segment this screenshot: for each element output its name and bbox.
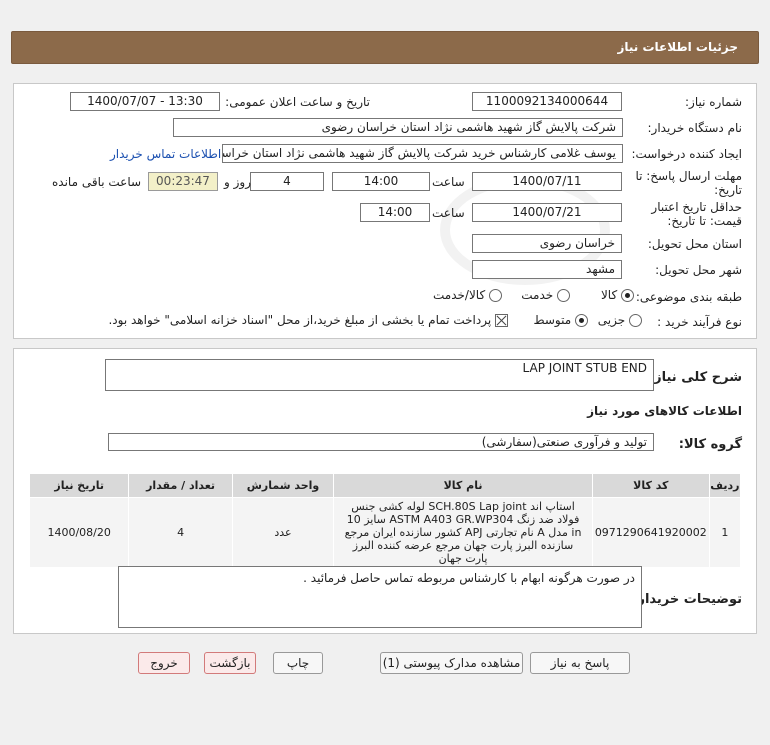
table-row: 1 0971290641920002 استاپ اند SCH.80S Lap… [28, 497, 742, 568]
process-label: نوع فرآیند خرید : [657, 315, 742, 329]
remaining-time-field: 00:23:47 [148, 172, 218, 191]
contact-info-link[interactable]: اطلاعات تماس خریدار [110, 147, 221, 161]
validity-label-2: قیمت: تا تاریخ: [667, 214, 742, 228]
creator-field: یوسف غلامی کارشناس خرید شرکت پالایش گاز … [222, 144, 623, 163]
validity-time-label: ساعت [432, 206, 465, 220]
category-option-service[interactable]: خدمت [521, 288, 570, 302]
page-header: جزئیات اطلاعات نیاز [11, 31, 759, 64]
cell-name: استاپ اند SCH.80S Lap joint لوله کشی جنس… [333, 497, 593, 568]
city-label: شهر محل تحویل: [655, 263, 742, 277]
summary-label: شرح کلی نیاز: [648, 370, 742, 385]
summary-value: LAP JOINT STUB END [522, 361, 647, 375]
payment-treasury-option[interactable]: پرداخت تمام یا بخشی از مبلغ خرید،از محل … [108, 313, 508, 327]
col-unit: واحد شمارش [231, 473, 335, 498]
province-field: خراسان رضوی [472, 234, 622, 253]
creator-label: ایجاد کننده درخواست: [631, 147, 742, 161]
goods-info-title: اطلاعات کالاهای مورد نیاز [587, 404, 742, 418]
buyer-label: نام دستگاه خریدار: [647, 121, 743, 135]
category-option-goods[interactable]: کالا [601, 288, 634, 302]
col-qty: تعداد / مقدار [128, 473, 233, 498]
process-minor-radio[interactable] [629, 314, 642, 327]
col-row: ردیف [708, 473, 742, 498]
cell-row: 1 [708, 497, 742, 568]
payment-treasury-label: پرداخت تمام یا بخشی از مبلغ خرید،از محل … [108, 313, 492, 327]
summary-field: LAP JOINT STUB END [105, 359, 654, 391]
view-attachments-button[interactable]: مشاهده مدارک پیوستی (1) [380, 652, 523, 674]
group-label: گروه کالا: [678, 437, 742, 452]
cell-qty: 4 [128, 497, 233, 568]
buyer-notes-value: در صورت هرگونه ابهام با کارشناس مربوطه ت… [303, 571, 635, 585]
col-code: کد کالا [591, 473, 710, 498]
announce-label: تاریخ و ساعت اعلان عمومی: [225, 95, 370, 109]
buyer-notes-label: توضیحات خریدار: [632, 592, 742, 607]
back-button[interactable]: بازگشت [204, 652, 256, 674]
category-service-label: خدمت [521, 288, 554, 302]
buyer-notes-field: در صورت هرگونه ابهام با کارشناس مربوطه ت… [118, 566, 642, 628]
category-label: طبقه بندی موضوعی: [635, 290, 742, 304]
print-button[interactable]: چاپ [273, 652, 323, 674]
group-field: تولید و فرآوری صنعتی(سفارشی) [108, 433, 654, 451]
category-goods-radio[interactable] [621, 289, 634, 302]
category-goods-label: کالا [600, 288, 618, 302]
validity-time-field: 14:00 [360, 203, 430, 222]
cell-code: 0971290641920002 [591, 497, 710, 568]
deadline-time-label: ساعت [432, 175, 465, 189]
exit-button[interactable]: خروج [138, 652, 190, 674]
reply-button[interactable]: پاسخ به نیاز [530, 652, 630, 674]
validity-label-1: حداقل تاریخ اعتبار [651, 200, 742, 214]
announce-field: 1400/07/07 - 13:30 [70, 92, 220, 111]
need-number-label: شماره نیاز: [685, 95, 742, 109]
category-both-radio[interactable] [489, 289, 502, 302]
process-medium-label: متوسط [533, 313, 572, 327]
process-minor-label: جزیی [597, 313, 626, 327]
goods-table: ردیف کد کالا نام کالا واحد شمارش تعداد /… [28, 473, 742, 568]
days-label: روز و [224, 175, 251, 189]
deadline-time-field: 14:00 [332, 172, 430, 191]
remaining-label: ساعت باقی مانده [52, 175, 142, 189]
category-service-radio[interactable] [557, 289, 570, 302]
process-medium-radio[interactable] [575, 314, 588, 327]
process-option-minor[interactable]: جزیی [598, 313, 642, 327]
cell-date: 1400/08/20 [28, 497, 130, 568]
days-remaining-field: 4 [250, 172, 324, 191]
deadline-date-field: 1400/07/11 [472, 172, 622, 191]
col-date: تاریخ نیاز [28, 473, 130, 498]
page-title: جزئیات اطلاعات نیاز [617, 40, 738, 54]
need-number-field: 1100092134000644 [472, 92, 622, 111]
process-option-medium[interactable]: متوسط [533, 313, 588, 327]
validity-date-field: 1400/07/21 [472, 203, 622, 222]
category-option-both[interactable]: کالا/خدمت [433, 288, 502, 302]
col-name: نام کالا [333, 473, 593, 498]
category-both-label: کالا/خدمت [432, 288, 486, 302]
payment-treasury-checkbox[interactable] [495, 314, 508, 327]
deadline-label-2: تاریخ: [714, 183, 742, 197]
city-field: مشهد [472, 260, 622, 279]
province-label: استان محل تحویل: [647, 237, 742, 251]
deadline-label-1: مهلت ارسال پاسخ: تا [635, 169, 742, 183]
buyer-field: شرکت پالایش گاز شهید هاشمی نژاد استان خر… [173, 118, 623, 137]
cell-unit: عدد [231, 497, 335, 568]
